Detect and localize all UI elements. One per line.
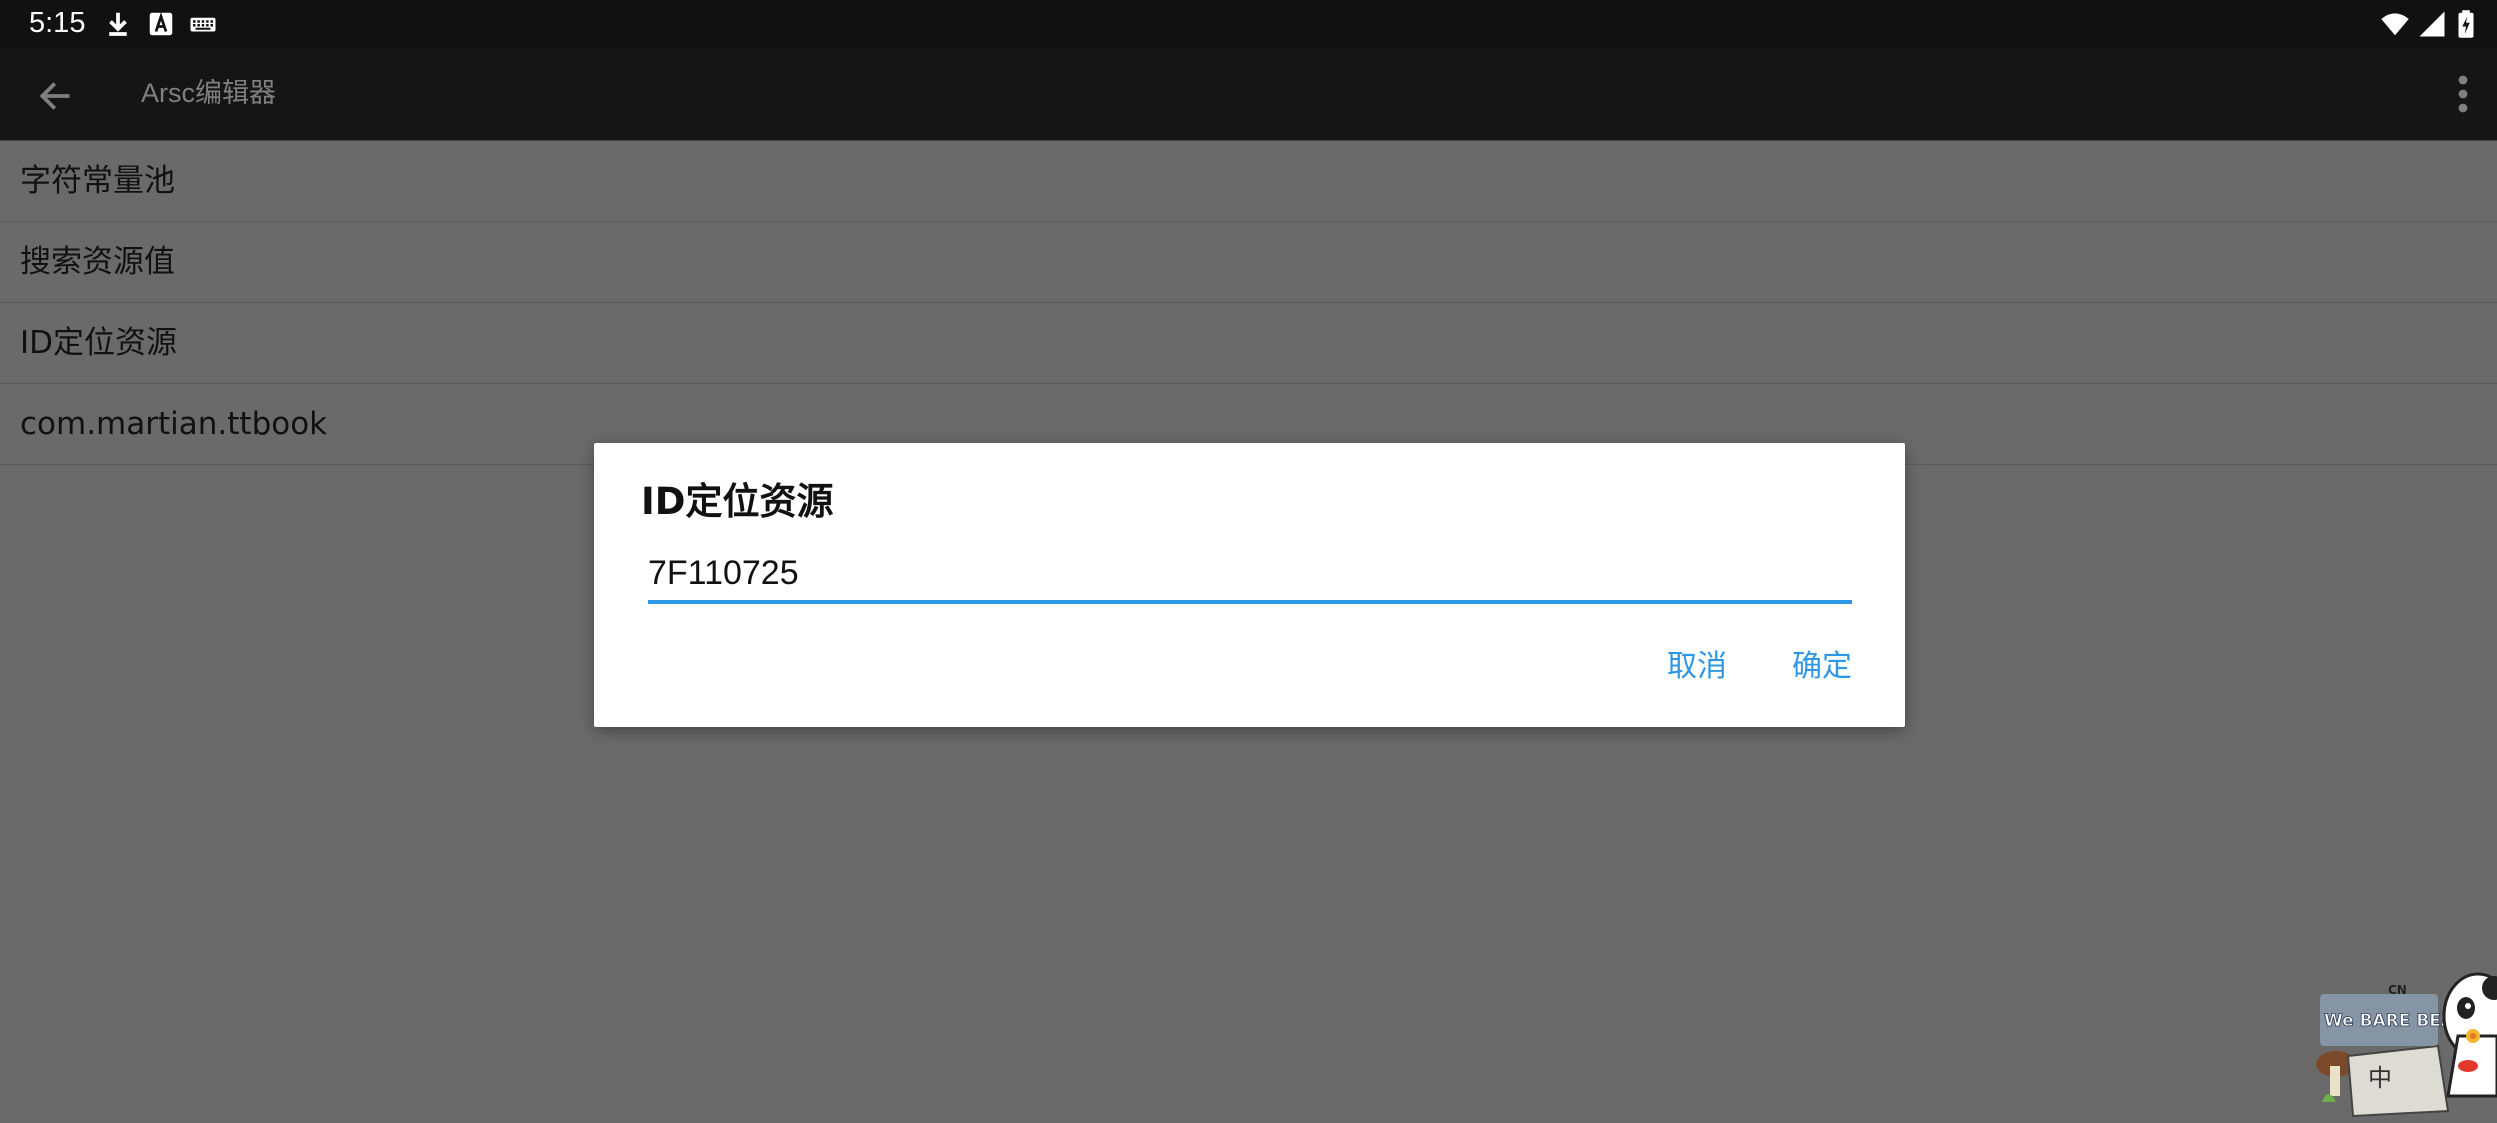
status-bar: 5:15	[0, 0, 2497, 47]
cancel-button[interactable]: 取消	[1667, 648, 1727, 686]
dialog-title: ID定位资源	[641, 480, 834, 523]
list-item-label: 搜索资源值	[20, 244, 175, 280]
panda-icon	[2442, 972, 2497, 1098]
ok-button[interactable]: 确定	[1792, 648, 1852, 686]
back-button[interactable]	[28, 69, 82, 123]
overflow-menu-button[interactable]	[2439, 67, 2487, 121]
app-bar: Arsc编辑器	[0, 47, 2497, 141]
keyboard-icon	[190, 17, 216, 32]
resource-id-input[interactable]	[648, 548, 1852, 604]
list-item-id-locate-resource[interactable]: ID定位资源	[0, 303, 2497, 384]
arrow-left-icon	[39, 82, 70, 110]
list-item-search-resource-value[interactable]: 搜索资源值	[0, 222, 2497, 303]
status-time: 5:15	[29, 7, 86, 39]
wifi-icon	[2381, 13, 2409, 36]
download-icon	[109, 12, 127, 36]
list-item-label: com.martian.ttbook	[20, 406, 328, 442]
id-locate-dialog: ID定位资源 取消 确定	[594, 443, 1905, 727]
signal-icon	[2419, 11, 2445, 37]
bears-sticker: 中 We BARE BEARS CN	[2316, 972, 2497, 1118]
sticker-chinese-text: 中	[2368, 1064, 2392, 1092]
more-vertical-icon	[2458, 75, 2468, 113]
list-item-label: 字符常量池	[20, 163, 175, 199]
app-title: Arsc编辑器	[141, 78, 276, 108]
font-icon	[149, 12, 173, 36]
battery-icon	[2458, 10, 2474, 38]
menu-list: 字符常量池 搜索资源值 ID定位资源 com.martian.ttbook	[0, 141, 2497, 465]
sticker-network-text: CN	[2388, 983, 2407, 997]
list-item-label: ID定位资源	[20, 325, 178, 361]
list-item-string-pool[interactable]: 字符常量池	[0, 141, 2497, 222]
